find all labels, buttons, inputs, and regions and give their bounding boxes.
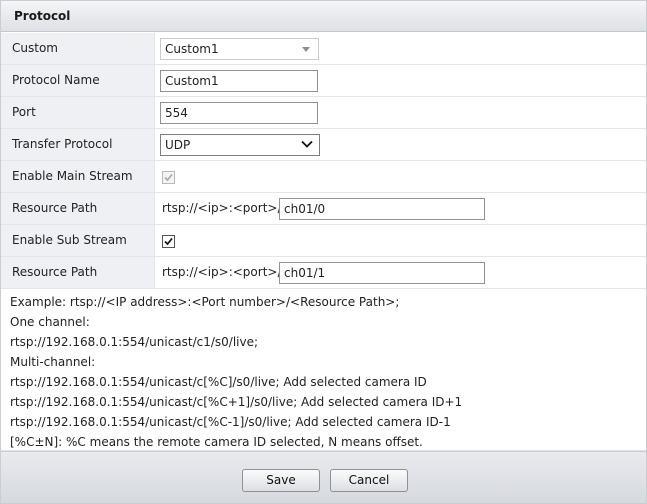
example-line: rtsp://192.168.0.1:554/unicast/c[%C]/s0/… [10,375,427,389]
enable-main-stream-row: Enable Main Stream [1,161,646,193]
example-line: rtsp://192.168.0.1:554/unicast/c[%C-1]/s… [10,415,451,429]
transfer-protocol-select[interactable]: UDP [160,134,320,156]
main-resource-path-label: Resource Path [1,193,155,224]
example-line: [%C±N]: %C means the remote camera ID se… [10,435,423,449]
custom-select[interactable]: Custom1 [160,38,319,60]
transfer-protocol-label: Transfer Protocol [1,129,155,160]
main-resource-path-input[interactable] [279,198,485,220]
transfer-protocol-row: Transfer Protocol UDP [1,129,646,161]
save-button[interactable]: Save [242,469,320,492]
dialog-footer: Save Cancel [1,451,646,503]
example-line: rtsp://192.168.0.1:554/unicast/c1/s0/liv… [10,335,259,349]
protocol-name-input[interactable] [160,70,318,92]
panel-title: Protocol [14,9,71,23]
main-resource-path-prefix: rtsp://<ip>:<port>/ [162,201,282,215]
port-row: Port [1,97,646,129]
enable-sub-stream-checkbox[interactable] [162,235,175,248]
custom-row: Custom Custom1 [1,33,646,65]
example-line: One channel: [10,315,90,329]
enable-main-stream-label: Enable Main Stream [1,161,155,192]
chevron-down-icon [301,140,313,148]
port-input[interactable] [160,102,318,124]
example-help-text: Example: rtsp://<IP address>:<Port numbe… [1,289,646,451]
checkmark-icon [164,237,173,246]
sub-resource-path-input[interactable] [279,262,485,284]
panel-header: Protocol [1,1,646,32]
example-line: rtsp://192.168.0.1:554/unicast/c[%C+1]/s… [10,395,463,409]
enable-main-stream-checkbox[interactable] [162,171,175,184]
enable-sub-stream-row: Enable Sub Stream [1,225,646,257]
protocol-name-row: Protocol Name [1,65,646,97]
custom-label: Custom [1,33,155,64]
sub-resource-path-label: Resource Path [1,257,155,288]
main-resource-path-row: Resource Path rtsp://<ip>:<port>/ [1,193,646,225]
custom-select-value: Custom1 [165,42,219,56]
enable-sub-stream-label: Enable Sub Stream [1,225,155,256]
port-label: Port [1,97,155,128]
transfer-protocol-value: UDP [165,138,191,152]
protocol-panel: Protocol Custom Custom1 Protocol Name Po… [0,0,647,504]
sub-resource-path-row: Resource Path rtsp://<ip>:<port>/ [1,257,646,289]
checkmark-icon [164,173,173,182]
cancel-button[interactable]: Cancel [330,469,408,492]
example-line: Example: rtsp://<IP address>:<Port numbe… [10,295,400,309]
protocol-name-label: Protocol Name [1,65,155,96]
sub-resource-path-prefix: rtsp://<ip>:<port>/ [162,265,282,279]
dropdown-arrow-icon [302,47,310,52]
example-line: Multi-channel: [10,355,96,369]
